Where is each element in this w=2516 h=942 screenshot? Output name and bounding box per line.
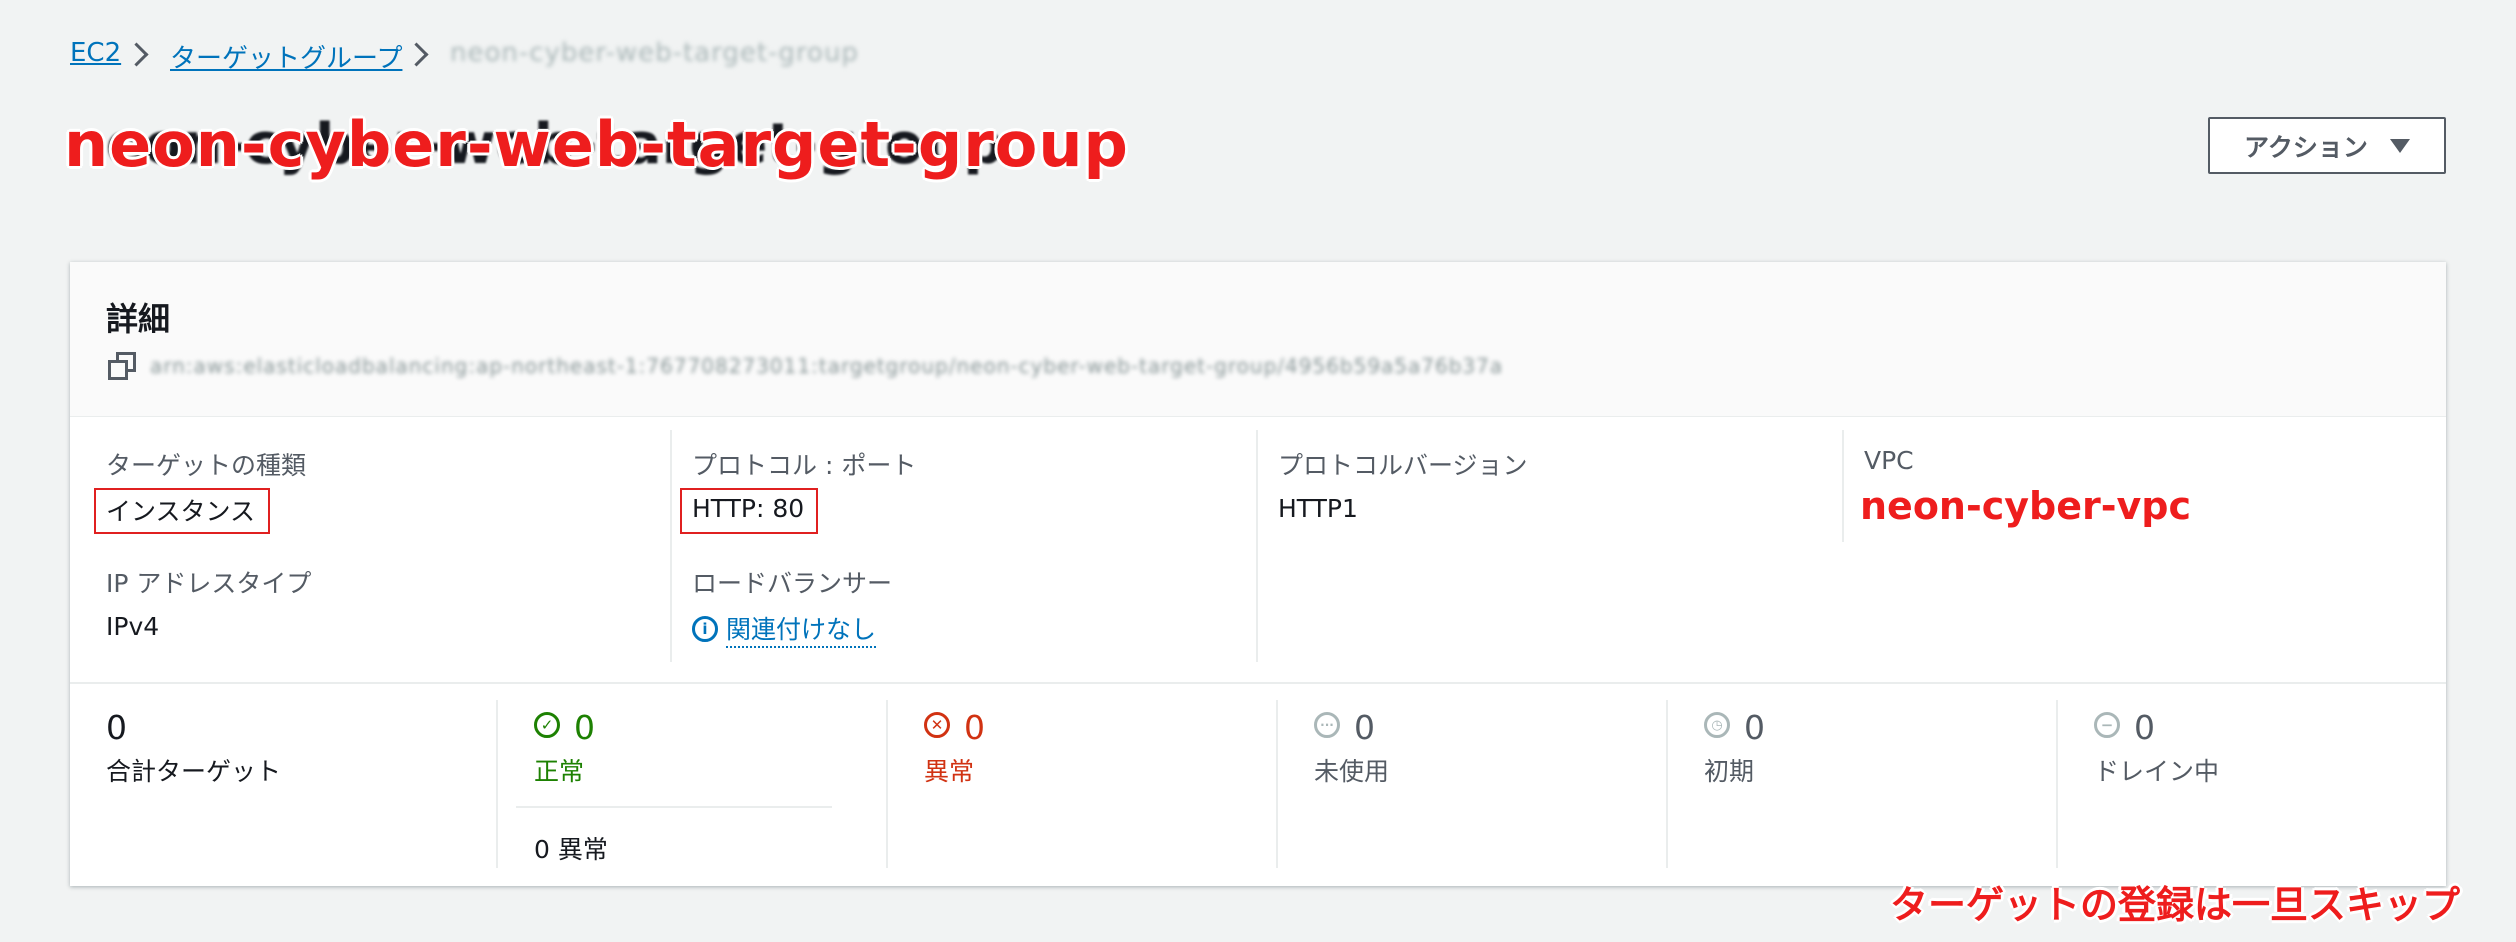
draining-label: ドレイン中 [2094,757,2220,786]
x-circle-icon: ✕ [924,712,950,738]
initial-count: 0 [1744,708,1765,747]
ellipsis-circle-icon: ··· [1314,712,1340,738]
breadcrumb-current-blurred: neon-cyber-web-target-group [450,38,859,68]
healthy-divider [516,806,832,808]
clock-icon: ◷ [1704,712,1730,738]
protocol-port-label: プロトコル : ポート [692,451,917,480]
draining-count: 0 [2134,708,2155,747]
column-divider [1842,430,1844,542]
actions-button-label: アクション [2244,132,2368,162]
column-divider [1256,430,1258,662]
annotation-note: ターゲットの登録は一旦スキップ [1890,883,2461,927]
total-label: 合計ターゲット [106,757,282,786]
chevron-right-icon [404,42,429,67]
initial-label: 初期 [1704,757,1755,786]
breadcrumb-ec2-link[interactable]: EC2 [70,38,121,68]
unhealthy-label: 異常 [924,757,975,786]
protocol-port-value: HTTP: 80 [692,494,805,523]
chevron-right-icon [124,42,149,67]
minus-circle-icon: − [2094,712,2120,738]
column-divider [2056,700,2058,868]
total-count: 0 [106,708,127,747]
healthy-sub: 0 異常 [534,835,608,864]
breadcrumb-target-groups-link[interactable]: ターゲットグループ [170,38,402,75]
column-divider [1666,700,1668,868]
check-circle-icon: ✓ [534,712,560,738]
vpc-label: VPC [1864,446,1914,475]
caret-down-icon [2389,138,2410,153]
target-type-label: ターゲットの種類 [106,451,307,480]
unhealthy-count: 0 [964,708,985,747]
protocol-version-value: HTTP1 [1278,494,1358,523]
section-divider [70,682,2446,684]
unused-label: 未使用 [1314,757,1390,786]
target-type-value: インスタンス [106,497,256,526]
column-divider [1276,700,1278,868]
details-panel: 詳細 arn:aws:elasticloadbalancing:ap-north… [70,262,2446,886]
healthy-label: 正常 [534,757,585,786]
actions-button[interactable]: アクション [2208,117,2446,174]
column-divider [496,700,498,868]
healthy-count: 0 [574,708,595,747]
load-balancer-link[interactable]: i 関連付けなし [692,610,877,648]
unused-count: 0 [1354,708,1375,747]
column-divider [670,430,672,662]
details-heading: 詳細 [106,300,171,338]
load-balancer-value: 関連付けなし [726,610,877,648]
copy-icon[interactable] [108,352,136,380]
vpc-annotation[interactable]: neon-cyber-vpc [1860,484,2191,528]
arn-value: arn:aws:elasticloadbalancing:ap-northeas… [150,354,1504,378]
panel-header [70,262,2446,417]
ip-type-label: IP アドレスタイプ [106,569,312,598]
protocol-version-label: プロトコルバージョン [1278,451,1528,480]
info-icon: i [692,616,718,642]
title-annotation: neon-cyber-web-target-group [64,108,1129,181]
ip-type-value: IPv4 [106,612,160,641]
load-balancer-label: ロードバランサー [692,569,893,598]
column-divider [886,700,888,868]
